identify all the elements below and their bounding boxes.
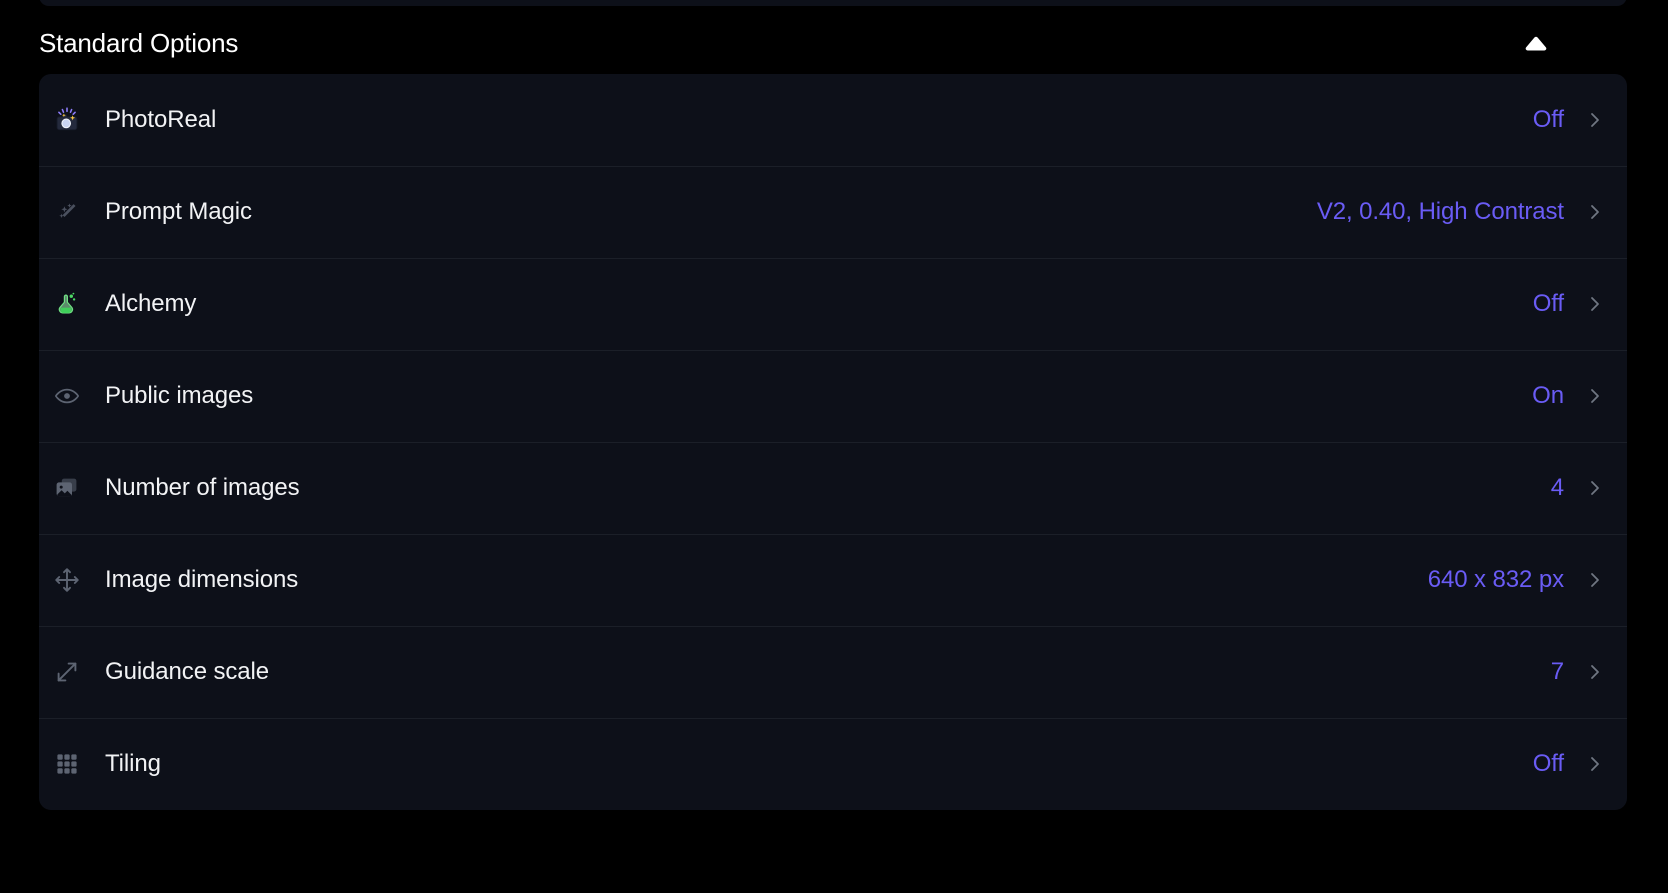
chevron-right-icon[interactable] <box>1581 198 1609 226</box>
potion-flask-icon <box>52 289 82 319</box>
chevron-right-icon[interactable] <box>1581 290 1609 318</box>
option-label: Tiling <box>105 750 161 777</box>
grid-3x3-icon <box>52 749 82 779</box>
option-value: V2, 0.40, High Contrast <box>1316 198 1564 225</box>
option-row-number-of-images[interactable]: Number of images 4 <box>39 442 1627 534</box>
option-row-image-dimensions[interactable]: Image dimensions 640 x 832 px <box>39 534 1627 626</box>
option-label: Public images <box>105 382 254 409</box>
chevron-right-icon[interactable] <box>1581 658 1609 686</box>
option-value: 7 <box>1550 658 1564 685</box>
option-label: Number of images <box>105 474 300 501</box>
option-label: Guidance scale <box>105 658 270 685</box>
magic-wand-icon <box>52 197 82 227</box>
option-value: On <box>1532 382 1564 409</box>
chevron-right-icon[interactable] <box>1581 566 1609 594</box>
option-label: Prompt Magic <box>105 198 252 225</box>
option-row-alchemy[interactable]: Alchemy Off <box>39 258 1627 350</box>
triangle-up-icon[interactable] <box>1519 26 1553 60</box>
option-label: Image dimensions <box>105 566 299 593</box>
option-row-prompt-magic[interactable]: Prompt Magic V2, 0.40, High Contrast <box>39 166 1627 258</box>
option-label: Alchemy <box>105 290 197 317</box>
standard-options-card: PhotoReal Off Prompt Magic V2, 0.40, Hig… <box>39 74 1627 810</box>
chevron-right-icon[interactable] <box>1581 750 1609 778</box>
chevron-right-icon[interactable] <box>1581 474 1609 502</box>
previous-section-card-edge <box>39 0 1627 6</box>
option-row-public-images[interactable]: Public images On <box>39 350 1627 442</box>
option-value: Off <box>1532 106 1564 133</box>
option-value: Off <box>1532 290 1564 317</box>
camera-flash-icon <box>52 105 82 135</box>
option-row-photoreal[interactable]: PhotoReal Off <box>39 74 1627 166</box>
option-value: 4 <box>1550 474 1564 501</box>
option-value: Off <box>1532 750 1564 777</box>
image-stack-icon <box>52 473 82 503</box>
option-value: 640 x 832 px <box>1427 566 1564 593</box>
eye-icon <box>52 381 82 411</box>
move-arrows-icon <box>52 565 82 595</box>
option-label: PhotoReal <box>105 106 217 133</box>
standard-options-header: Standard Options <box>39 22 1627 64</box>
chevron-right-icon[interactable] <box>1581 106 1609 134</box>
page-title: Standard Options <box>39 28 239 58</box>
option-row-guidance-scale[interactable]: Guidance scale 7 <box>39 626 1627 718</box>
option-row-tiling[interactable]: Tiling Off <box>39 718 1627 810</box>
chevron-right-icon[interactable] <box>1581 382 1609 410</box>
diagonal-expand-icon <box>52 657 82 687</box>
